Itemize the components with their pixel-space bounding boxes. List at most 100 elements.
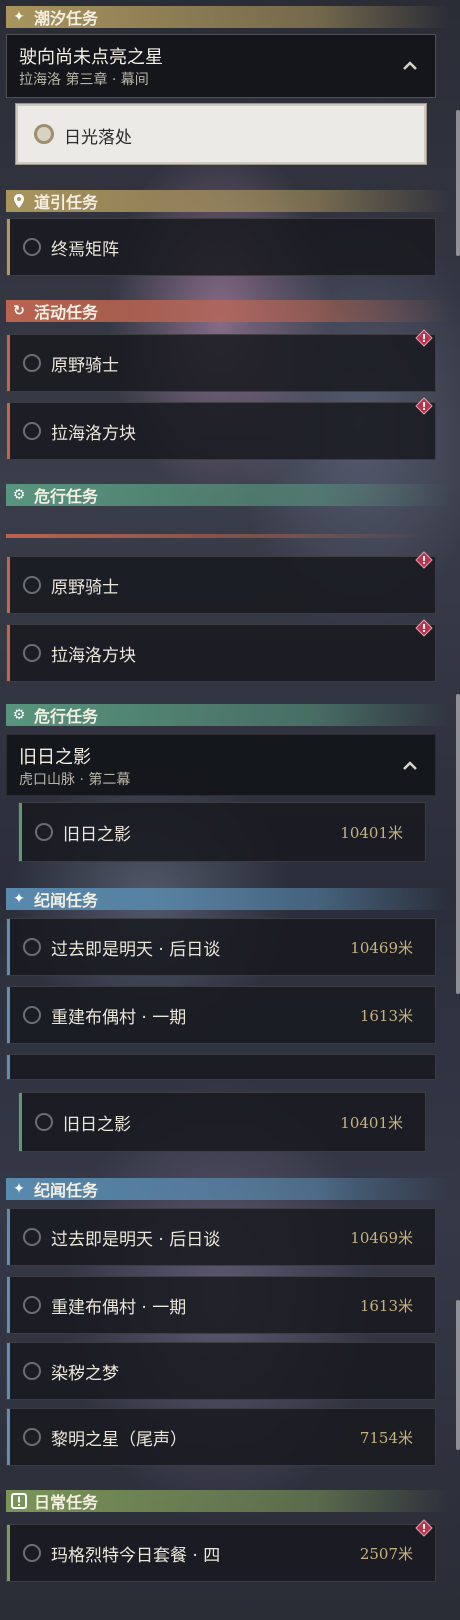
accent-bar bbox=[7, 1343, 10, 1399]
chevron-up-icon[interactable] bbox=[401, 57, 419, 75]
quest-card-clipped bbox=[6, 1054, 436, 1080]
tide-quest-group[interactable]: 驶向尚未点亮之星 拉海洛 第三章 · 幕间 bbox=[6, 34, 436, 98]
quest-card[interactable]: 拉海洛方块 ! bbox=[6, 397, 436, 460]
quest-card[interactable]: 终焉矩阵 bbox=[6, 218, 436, 276]
svg-text:!: ! bbox=[421, 332, 426, 345]
lore-section-header[interactable]: ✦ 纪闻任务 bbox=[6, 888, 450, 910]
quest-card[interactable]: 染秽之梦 bbox=[6, 1342, 436, 1400]
svg-text:!: ! bbox=[421, 554, 426, 567]
quest-panel-1: ✦ 潮汐任务 驶向尚未点亮之星 拉海洛 第三章 · 幕间 日光落处 道引任务 终… bbox=[0, 0, 460, 520]
section-title: 日常任务 bbox=[34, 1493, 99, 1512]
quest-label: 重建布偶村 · 一期 bbox=[51, 1007, 187, 1028]
scrollbar-thumb[interactable] bbox=[456, 694, 460, 994]
quest-label: 染秽之梦 bbox=[51, 1363, 119, 1384]
selected-quest-card[interactable]: 日光落处 bbox=[16, 104, 426, 164]
quest-radio[interactable] bbox=[23, 938, 41, 956]
quest-card[interactable]: 过去即是明天 · 后日谈 10469米 bbox=[6, 1208, 436, 1266]
section-title: 危行任务 bbox=[34, 707, 99, 726]
quest-label: 黎明之星（尾声） bbox=[51, 1429, 187, 1450]
exclamation-box-icon bbox=[10, 1492, 28, 1510]
quest-radio[interactable] bbox=[23, 1296, 41, 1314]
quest-group-title: 驶向尚未点亮之星 bbox=[19, 47, 163, 68]
quest-card[interactable]: 旧日之影 10401米 bbox=[18, 1092, 426, 1152]
quest-distance: 10401米 bbox=[340, 823, 403, 842]
accent-bar bbox=[7, 987, 10, 1043]
quest-card[interactable]: 拉海洛方块 ! bbox=[6, 619, 436, 682]
scrollbar-thumb[interactable] bbox=[456, 1300, 460, 1450]
quest-distance: 10469米 bbox=[350, 1228, 413, 1247]
quest-radio[interactable] bbox=[35, 1113, 53, 1131]
danger-quest-group[interactable]: 旧日之影 虎口山脉 · 第二幕 bbox=[6, 734, 436, 796]
tide-section-header[interactable]: ✦ 潮汐任务 bbox=[6, 6, 450, 28]
quest-card[interactable]: 玛格烈特今日套餐 · 四 2507米 ! bbox=[6, 1519, 436, 1582]
quest-card[interactable]: 重建布偶村 · 一期 1613米 bbox=[6, 986, 436, 1044]
accent-bar bbox=[7, 919, 10, 975]
accent-bar bbox=[7, 335, 10, 391]
accent-bar bbox=[7, 1209, 10, 1265]
section-title: 活动任务 bbox=[34, 303, 99, 322]
map-pin-icon bbox=[10, 192, 28, 210]
diamond-alert-icon: ! bbox=[415, 329, 433, 347]
quest-radio[interactable] bbox=[23, 1362, 41, 1380]
chevron-up-icon[interactable] bbox=[401, 757, 419, 775]
accent-bar bbox=[7, 1055, 10, 1079]
quest-label: 过去即是明天 · 后日谈 bbox=[51, 1229, 221, 1250]
accent-bar bbox=[7, 557, 10, 613]
quest-distance: 10469米 bbox=[350, 938, 413, 957]
quest-label: 原野骑士 bbox=[51, 355, 119, 376]
quest-label: 玛格烈特今日套餐 · 四 bbox=[51, 1545, 221, 1566]
accent-bar bbox=[7, 1525, 10, 1581]
accent-bar bbox=[7, 219, 10, 275]
quest-radio[interactable] bbox=[23, 644, 41, 662]
quest-radio[interactable] bbox=[23, 1428, 41, 1446]
quest-card[interactable]: 原野骑士 ! bbox=[6, 551, 436, 614]
quest-card[interactable]: 旧日之影 10401米 bbox=[18, 802, 426, 862]
refresh-flag-icon: ↻ bbox=[13, 303, 25, 319]
quest-card[interactable]: 重建布偶村 · 一期 1613米 bbox=[6, 1276, 436, 1334]
scrollbar-thumb[interactable] bbox=[456, 110, 460, 256]
section-title: 纪闻任务 bbox=[34, 891, 99, 910]
quest-radio[interactable] bbox=[35, 823, 53, 841]
quest-distance: 1613米 bbox=[359, 1006, 413, 1025]
quest-label: 原野骑士 bbox=[51, 577, 119, 598]
event-section-header[interactable]: ↻ 活动任务 bbox=[6, 300, 450, 322]
quest-group-subtitle: 拉海洛 第三章 · 幕间 bbox=[19, 72, 149, 88]
quest-radio[interactable] bbox=[23, 422, 41, 440]
svg-text:!: ! bbox=[421, 622, 426, 635]
danger-section-header[interactable]: ⚙ 危行任务 bbox=[6, 704, 450, 726]
svg-text:!: ! bbox=[421, 1522, 426, 1535]
quest-radio[interactable] bbox=[23, 1544, 41, 1562]
quest-radio[interactable] bbox=[23, 576, 41, 594]
daily-section-header[interactable]: 日常任务 bbox=[6, 1490, 450, 1512]
accent-bar bbox=[7, 1277, 10, 1333]
quest-panel-3: 旧日之影 10401米 ✦ 纪闻任务 过去即是明天 · 后日谈 10469米 重… bbox=[0, 1080, 460, 1620]
danger-section-header[interactable]: ⚙ 危行任务 bbox=[6, 484, 450, 506]
selected-radio[interactable] bbox=[34, 124, 54, 144]
quest-group-subtitle: 虎口山脉 · 第二幕 bbox=[19, 772, 131, 788]
quest-radio[interactable] bbox=[23, 238, 41, 256]
sparkle-icon: ✦ bbox=[13, 1181, 25, 1197]
quest-card[interactable]: 原野骑士 ! bbox=[6, 329, 436, 392]
quest-card[interactable]: 过去即是明天 · 后日谈 10469米 bbox=[6, 918, 436, 976]
event-section-header-clipped bbox=[6, 534, 426, 538]
quest-label: 旧日之影 bbox=[63, 824, 131, 845]
section-title: 道引任务 bbox=[34, 193, 99, 212]
gear-eye-icon: ⚙ bbox=[12, 707, 26, 723]
quest-card[interactable]: 黎明之星（尾声） 7154米 bbox=[6, 1408, 436, 1466]
quest-radio[interactable] bbox=[23, 354, 41, 372]
section-title: 危行任务 bbox=[34, 487, 99, 506]
svg-text:!: ! bbox=[421, 400, 426, 413]
section-title: 纪闻任务 bbox=[34, 1181, 99, 1200]
accent-bar bbox=[19, 803, 22, 861]
quest-label: 终焉矩阵 bbox=[51, 239, 119, 260]
quest-panel-2: 原野骑士 ! 拉海洛方块 ! ⚙ 危行任务 旧日之影 虎口山脉 · 第二幕 旧日… bbox=[0, 534, 460, 1080]
quest-radio[interactable] bbox=[23, 1228, 41, 1246]
accent-bar bbox=[7, 403, 10, 459]
guide-section-header[interactable]: 道引任务 bbox=[6, 190, 450, 212]
quest-radio[interactable] bbox=[23, 1006, 41, 1024]
accent-bar bbox=[19, 1093, 22, 1151]
accent-bar bbox=[7, 1409, 10, 1465]
lore-section-header[interactable]: ✦ 纪闻任务 bbox=[6, 1178, 450, 1200]
quest-group-title: 旧日之影 bbox=[19, 747, 91, 768]
quest-label: 旧日之影 bbox=[63, 1114, 131, 1135]
